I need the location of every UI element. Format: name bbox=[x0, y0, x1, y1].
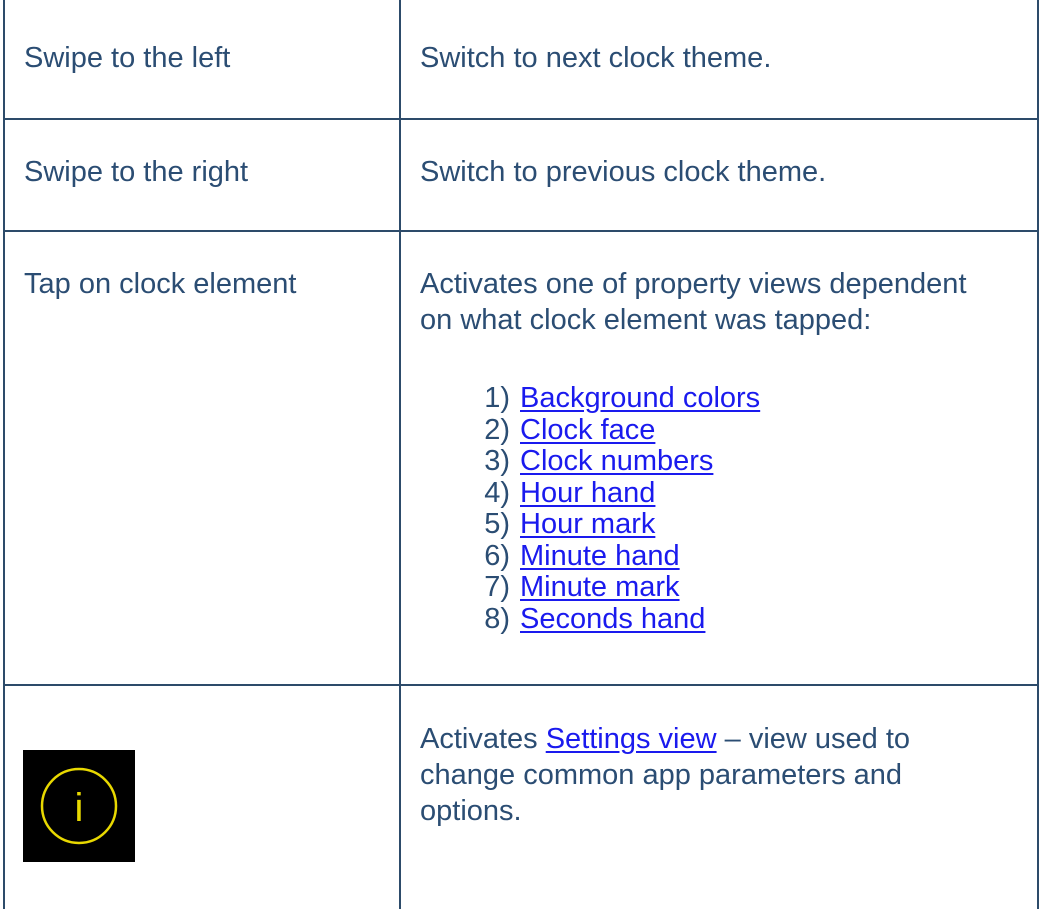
hour-hand-link[interactable]: Hour hand bbox=[520, 477, 655, 509]
list-item: 6) Minute hand bbox=[484, 539, 680, 572]
list-item: 8) Seconds hand bbox=[484, 602, 706, 635]
action-settings-line2: change common app parameters and bbox=[420, 759, 903, 791]
clock-face-link[interactable]: Clock face bbox=[520, 414, 655, 446]
list-item: 4) Hour hand bbox=[484, 476, 656, 509]
action-property-views-line1: Activates one of property views dependen… bbox=[420, 268, 967, 300]
list-item: 1) Background colors bbox=[484, 382, 761, 414]
action-settings-line3: options. bbox=[420, 795, 522, 827]
gesture-swipe-left: Swipe to the left bbox=[24, 42, 231, 74]
table-row-divider bbox=[3, 118, 1039, 120]
gesture-tap-clock-element: Tap on clock element bbox=[24, 268, 297, 300]
info-icon: i bbox=[40, 767, 118, 845]
info-icon-glyph: i bbox=[75, 786, 84, 830]
list-item: 7) Minute mark bbox=[484, 571, 680, 603]
gesture-swipe-right: Swipe to the right bbox=[24, 156, 249, 188]
list-item: 5) Hour mark bbox=[484, 508, 656, 540]
background-colors-link[interactable]: Background colors bbox=[520, 382, 760, 414]
table-column-divider bbox=[399, 0, 401, 909]
table-border-left bbox=[3, 0, 5, 909]
minute-mark-link[interactable]: Minute mark bbox=[520, 571, 680, 603]
info-button[interactable]: i bbox=[23, 750, 135, 862]
list-item: 2) Clock face bbox=[484, 413, 656, 446]
settings-view-link[interactable]: Settings view bbox=[546, 723, 717, 755]
table-border-right bbox=[1037, 0, 1039, 909]
action-next-theme: Switch to next clock theme. bbox=[420, 42, 772, 74]
property-views-list: 1) Background colors 2) Clock face 3) Clock… bbox=[469, 382, 761, 635]
action-property-views-line2: on what clock element was tapped: bbox=[420, 304, 872, 336]
seconds-hand-link[interactable]: Seconds hand bbox=[520, 603, 705, 635]
clock-numbers-link[interactable]: Clock numbers bbox=[520, 445, 713, 477]
minute-hand-link[interactable]: Minute hand bbox=[520, 540, 680, 572]
list-item: 3) Clock numbers bbox=[484, 445, 714, 477]
action-previous-theme: Switch to previous clock theme. bbox=[420, 156, 827, 188]
table-row-divider bbox=[3, 230, 1039, 232]
table-row-divider bbox=[3, 684, 1039, 686]
action-settings-line1: Activates Settings view – view used to bbox=[420, 723, 911, 755]
hour-mark-link[interactable]: Hour mark bbox=[520, 508, 655, 540]
